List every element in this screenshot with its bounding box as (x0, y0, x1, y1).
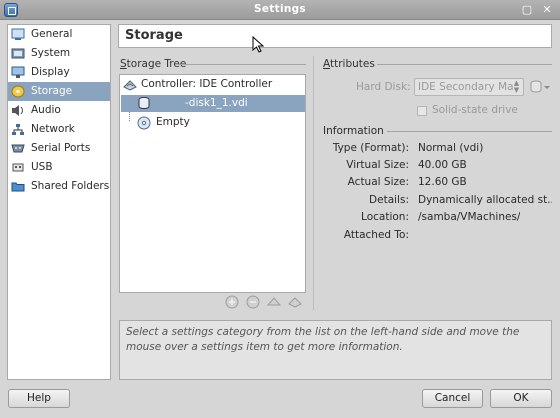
attributes-heading: Attributes (323, 58, 375, 70)
serial-ports-icon (11, 144, 25, 153)
info-key-attached-to: Attached To: (343, 229, 409, 241)
add-attachment-icon[interactable] (267, 295, 281, 309)
spin-arrows-icon: ▲ ▼ (513, 79, 520, 94)
sidebar-item-label: Network (31, 123, 75, 135)
storage-tree-rule (178, 64, 306, 65)
ok-button[interactable]: OK (490, 389, 552, 408)
help-button[interactable]: Help (8, 389, 70, 408)
sidebar-item-audio[interactable]: Audio (8, 101, 110, 120)
tree-item-disk[interactable]: -disk1_1.vdi (121, 95, 305, 112)
title-bar: Settings ▢ ✕ (0, 0, 560, 20)
tree-empty-label: Empty (156, 116, 190, 128)
sidebar-item-usb[interactable]: USB (8, 158, 110, 177)
hard-disk-slot-value: IDE Secondary Ma (418, 81, 514, 93)
storage-tree-heading: Storage Tree (120, 58, 187, 70)
remove-controller-icon[interactable] (246, 295, 260, 309)
cancel-button-label: Cancel (434, 392, 471, 404)
choose-disk-icon[interactable] (529, 78, 551, 96)
audio-icon (12, 105, 23, 116)
tree-item-controller[interactable]: Controller: IDE Controller (120, 76, 305, 93)
info-key-actual-size: Actual Size: (347, 176, 409, 188)
system-icon (11, 48, 25, 59)
help-button-label: Help (27, 392, 51, 404)
sidebar-item-label: Serial Ports (31, 142, 91, 154)
page-title: Storage (125, 28, 183, 43)
information-rule (387, 131, 552, 132)
shared-folders-icon (11, 182, 25, 192)
sidebar-item-label: System (31, 47, 71, 59)
info-key-details: Details: (369, 194, 409, 206)
hard-disk-slot-select[interactable]: IDE Secondary Ma ▲ ▼ (414, 78, 524, 96)
remove-attachment-icon[interactable] (288, 295, 302, 309)
sidebar-item-label: Shared Folders (31, 180, 110, 192)
settings-category-list: General System Display Storage Audio Net… (7, 24, 111, 380)
sidebar-item-serial-ports[interactable]: Serial Ports (8, 139, 110, 158)
sidebar-item-general[interactable]: General (8, 25, 110, 44)
sidebar-item-network[interactable]: Network (8, 120, 110, 139)
network-icon (12, 124, 24, 135)
display-icon (11, 66, 25, 78)
close-icon[interactable]: ✕ (539, 2, 555, 17)
tree-controller-label: Controller: IDE Controller (141, 78, 273, 90)
usb-icon (12, 163, 24, 172)
ide-controller-icon (123, 80, 137, 91)
info-value-details: Dynamically allocated st... (418, 194, 552, 206)
mouse-cursor-icon (252, 36, 264, 53)
hard-disk-icon (138, 97, 150, 110)
optical-disc-icon (137, 116, 151, 130)
info-value-virtual-size: 40.00 GB (418, 159, 467, 171)
tree-disk-label: -disk1_1.vdi (185, 97, 248, 109)
storage-icon (11, 85, 25, 98)
storage-tree[interactable]: Controller: IDE Controller -disk1_1.vdi … (119, 74, 306, 293)
information-heading: Information (323, 125, 384, 137)
general-icon (11, 28, 25, 40)
info-value-location: /samba/VMachines/ (418, 211, 521, 223)
info-key-virtual-size: Virtual Size: (346, 159, 409, 171)
solid-state-drive-label: Solid-state drive (432, 104, 518, 116)
info-key-location: Location: (361, 211, 409, 223)
attributes-rule (377, 64, 552, 65)
sidebar-item-shared-folders[interactable]: Shared Folders (8, 177, 110, 196)
sidebar-item-storage[interactable]: Storage (8, 82, 110, 101)
info-value-type: Normal (vdi) (418, 142, 484, 154)
sidebar-item-label: Storage (31, 85, 73, 97)
sidebar-item-label: General (31, 28, 73, 40)
add-controller-icon[interactable] (225, 295, 239, 309)
info-value-actual-size: 12.60 GB (418, 176, 467, 188)
page-header: Storage (118, 24, 552, 48)
window-title: Settings (254, 3, 306, 15)
sidebar-item-label: Audio (31, 104, 61, 116)
hard-disk-label: Hard Disk: (356, 81, 411, 93)
tree-item-empty[interactable]: Empty (120, 112, 305, 131)
sidebar-item-system[interactable]: System (8, 44, 110, 63)
sidebar-item-label: USB (31, 161, 53, 173)
solid-state-drive-checkbox[interactable] (417, 106, 427, 116)
help-info-box: Select a settings category from the list… (119, 320, 552, 380)
sidebar-item-display[interactable]: Display (8, 63, 110, 82)
restore-icon[interactable]: ▢ (519, 2, 535, 17)
sidebar-item-label: Display (31, 66, 70, 78)
cancel-button[interactable]: Cancel (422, 389, 483, 408)
tree-connector (129, 112, 130, 121)
info-key-type: Type (Format): (332, 142, 409, 154)
ok-button-label: OK (513, 392, 529, 404)
